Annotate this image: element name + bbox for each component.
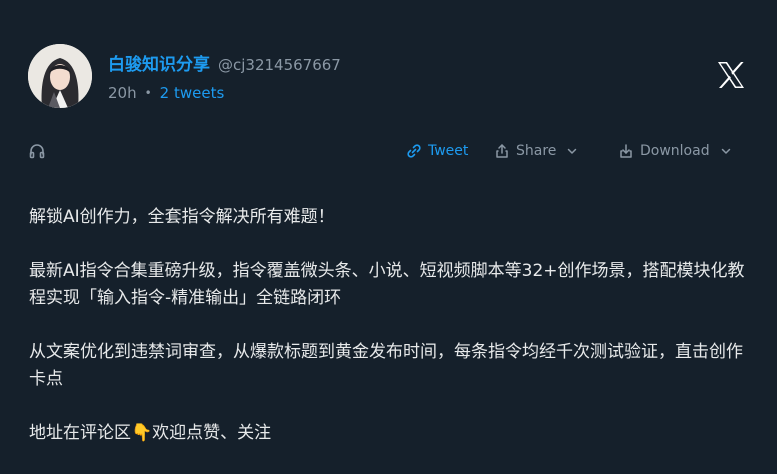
author-name[interactable]: 白骏知识分享: [108, 50, 210, 75]
link-icon: [407, 144, 421, 158]
tweet-button-label: Tweet: [428, 143, 469, 159]
headphones-icon[interactable]: [28, 142, 46, 160]
x-logo-icon[interactable]: [715, 59, 747, 91]
tweet-paragraph: 从文案优化到违禁词审查，从爆款标题到黄金发布时间，每条指令均经千次测试验证，直击…: [29, 342, 743, 389]
chevron-down-icon: [721, 148, 730, 154]
tweet-count-link[interactable]: 2 tweets: [160, 84, 225, 102]
avatar-illustration: [28, 44, 92, 108]
share-icon: [496, 144, 508, 158]
action-toolbar: Tweet Share Download: [28, 140, 749, 162]
tweet-paragraph: 最新AI指令合集重磅升级，指令覆盖微头条、小说、短视频脚本等32+创作场景，搭配…: [29, 261, 745, 308]
tweet-header: 白骏知识分享 @cj3214567667 20h • 2 tweets: [28, 44, 341, 108]
share-button[interactable]: Share: [494, 140, 584, 162]
tweet-button[interactable]: Tweet: [406, 140, 468, 162]
tweet-body: 解锁AI创作力，全套指令解决所有难题！ 最新AI指令合集重磅升级，指令覆盖微头条…: [29, 204, 753, 474]
download-icon: [620, 144, 632, 158]
download-button-label: Download: [640, 143, 710, 159]
tweet-paragraph: 解锁AI创作力，全套指令解决所有难题！: [29, 207, 335, 227]
timestamp: 20h: [108, 84, 137, 102]
separator-dot: •: [144, 86, 152, 100]
share-button-label: Share: [516, 143, 557, 159]
download-button[interactable]: Download: [618, 140, 738, 162]
chevron-down-icon: [568, 148, 577, 154]
avatar[interactable]: [28, 44, 92, 108]
tweet-paragraph: 地址在评论区👇欢迎点赞、关注: [29, 423, 272, 443]
author-handle[interactable]: @cj3214567667: [218, 56, 341, 74]
